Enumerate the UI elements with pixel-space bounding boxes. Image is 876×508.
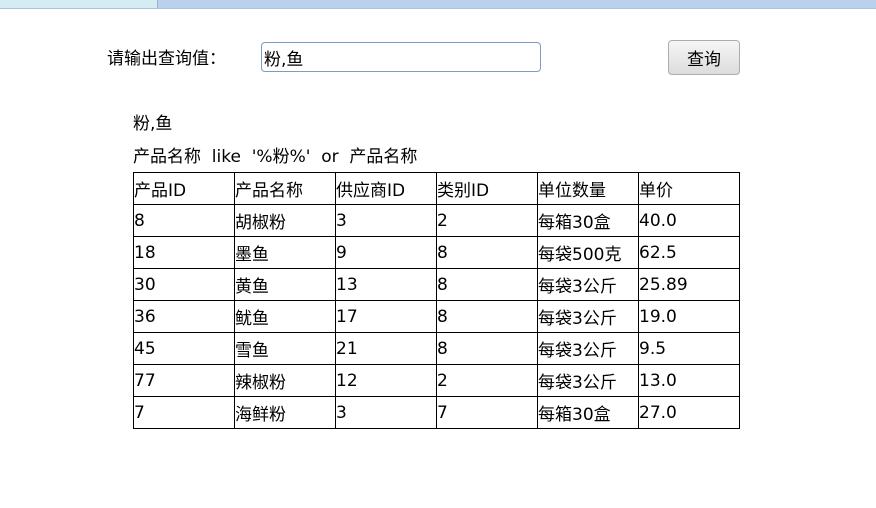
cell-product-name: 辣椒粉: [234, 364, 336, 397]
cell-supplier-id: 3: [335, 204, 437, 237]
cell-product-id: 8: [133, 204, 235, 237]
cell-unit-price: 27.0: [638, 396, 740, 429]
cell-unit-price: 62.5: [638, 236, 740, 269]
cell-product-name: 胡椒粉: [234, 204, 336, 237]
header-product-id: 产品ID: [133, 172, 235, 205]
query-echo-text: 粉,鱼: [133, 114, 173, 134]
table-row: 77 辣椒粉 12 2 每袋3公斤 13.0: [133, 364, 740, 397]
header-product-name: 产品名称: [234, 172, 336, 205]
cell-product-id: 36: [133, 300, 235, 333]
cell-supplier-id: 12: [335, 364, 437, 397]
cell-product-name: 海鲜粉: [234, 396, 336, 429]
cell-product-id: 30: [133, 268, 235, 301]
cell-unit-quantity: 每箱30盒: [537, 204, 639, 237]
cell-product-name: 墨鱼: [234, 236, 336, 269]
cell-category-id: 8: [436, 300, 538, 333]
browser-top-strip: [0, 0, 876, 9]
cell-category-id: 8: [436, 332, 538, 365]
cell-category-id: 2: [436, 204, 538, 237]
cell-product-id: 77: [133, 364, 235, 397]
cell-unit-price: 19.0: [638, 300, 740, 333]
cell-unit-quantity: 每箱30盒: [537, 396, 639, 429]
cell-supplier-id: 3: [335, 396, 437, 429]
cell-product-id: 7: [133, 396, 235, 429]
cell-unit-quantity: 每袋3公斤: [537, 268, 639, 301]
browser-tab[interactable]: [0, 0, 158, 8]
cell-unit-price: 13.0: [638, 364, 740, 397]
table-row: 7 海鲜粉 3 7 每箱30盒 27.0: [133, 396, 740, 429]
cell-product-id: 45: [133, 332, 235, 365]
query-label: 请输出查询值：: [107, 49, 226, 69]
cell-product-name: 雪鱼: [234, 332, 336, 365]
header-unit-price: 单价: [638, 172, 740, 205]
header-category-id: 类别ID: [436, 172, 538, 205]
table-row: 18 墨鱼 9 8 每袋500克 62.5: [133, 236, 740, 269]
cell-product-name: 鱿鱼: [234, 300, 336, 333]
sql-condition-text: 产品名称 like '%粉%' or 产品名称: [133, 147, 418, 167]
cell-category-id: 7: [436, 396, 538, 429]
query-button[interactable]: 查询: [668, 40, 740, 75]
header-unit-quantity: 单位数量: [537, 172, 639, 205]
table-row: 36 鱿鱼 17 8 每袋3公斤 19.0: [133, 300, 740, 333]
cell-unit-price: 9.5: [638, 332, 740, 365]
results-table: 产品ID 产品名称 供应商ID 类别ID 单位数量 单价 8 胡椒粉 3 2 每…: [133, 172, 740, 429]
cell-supplier-id: 21: [335, 332, 437, 365]
cell-unit-quantity: 每袋3公斤: [537, 300, 639, 333]
cell-supplier-id: 9: [335, 236, 437, 269]
cell-supplier-id: 13: [335, 268, 437, 301]
table-row: 8 胡椒粉 3 2 每箱30盒 40.0: [133, 204, 740, 237]
cell-supplier-id: 17: [335, 300, 437, 333]
cell-category-id: 2: [436, 364, 538, 397]
cell-product-name: 黄鱼: [234, 268, 336, 301]
table-row: 45 雪鱼 21 8 每袋3公斤 9.5: [133, 332, 740, 365]
cell-category-id: 8: [436, 268, 538, 301]
cell-unit-price: 25.89: [638, 268, 740, 301]
cell-unit-quantity: 每袋500克: [537, 236, 639, 269]
cell-product-id: 18: [133, 236, 235, 269]
header-supplier-id: 供应商ID: [335, 172, 437, 205]
cell-category-id: 8: [436, 236, 538, 269]
table-header-row: 产品ID 产品名称 供应商ID 类别ID 单位数量 单价: [133, 172, 740, 205]
cell-unit-price: 40.0: [638, 204, 740, 237]
cell-unit-quantity: 每袋3公斤: [537, 332, 639, 365]
query-input[interactable]: [261, 42, 541, 72]
cell-unit-quantity: 每袋3公斤: [537, 364, 639, 397]
table-row: 30 黄鱼 13 8 每袋3公斤 25.89: [133, 268, 740, 301]
